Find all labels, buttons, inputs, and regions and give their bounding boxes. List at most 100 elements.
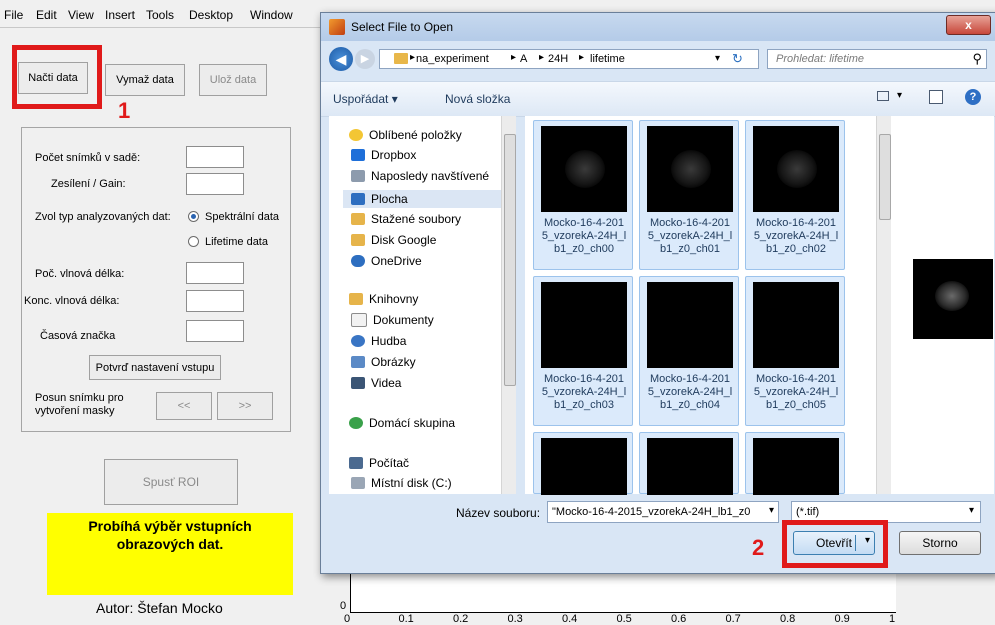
nav-local-disk[interactable]: Místní disk (C:) [351, 476, 452, 490]
radio-lifetime[interactable] [188, 236, 199, 247]
matlab-logo-icon [329, 19, 345, 35]
view-options-icon[interactable] [877, 91, 889, 101]
nav-libraries[interactable]: Knihovny [349, 292, 418, 306]
dropdown-arrow-icon[interactable]: ▾ [769, 505, 774, 516]
file-thumbnail [541, 282, 627, 368]
file-tile[interactable]: Mocko-16-4-201 5_vzorekA-24H_l b1_z0_ch03 [533, 276, 633, 426]
nav-onedrive[interactable]: OneDrive [351, 254, 422, 268]
refresh-icon[interactable]: ↻ [732, 51, 743, 67]
file-name-line: 5_vzorekA-24H_l [753, 230, 839, 242]
search-input[interactable]: Prohledat: lifetime ⚲ [767, 49, 987, 69]
file-scrollbar[interactable] [876, 116, 891, 494]
confirm-input-button[interactable]: Potvrď nastavení vstupu [89, 355, 221, 380]
file-tile[interactable]: Mocko-16-4-201 5_vzorekA-24H_l b1_z0_ch02 [745, 120, 845, 270]
nav-scroll-thumb[interactable] [504, 134, 516, 386]
menu-view[interactable]: View [68, 8, 94, 22]
file-scroll-thumb[interactable] [879, 134, 891, 220]
breadcrumb-2[interactable]: A [520, 53, 527, 65]
menu-insert[interactable]: Insert [105, 8, 135, 22]
gain-input[interactable] [186, 173, 244, 195]
view-dropdown-icon[interactable]: ▾ [897, 90, 902, 101]
x-tick-label: 0.6 [671, 613, 687, 625]
close-button[interactable]: x [946, 15, 991, 35]
search-placeholder: Prohledat: lifetime [776, 53, 865, 65]
frame-count-input[interactable] [186, 146, 244, 168]
x-tick-label: 0.3 [507, 613, 523, 625]
label-start-wavelength: Poč. vlnová délka: [35, 268, 125, 280]
menu-file[interactable]: File [4, 8, 23, 22]
radio-spectral[interactable] [188, 211, 199, 222]
menu-tools[interactable]: Tools [146, 8, 174, 22]
dialog-title: Select File to Open [351, 20, 454, 34]
x-tick-label: 0.7 [725, 613, 741, 625]
computer-icon [349, 457, 363, 469]
nav-downloads[interactable]: Stažené soubory [351, 212, 461, 226]
nav-favorites[interactable]: Oblíbené položky [349, 128, 462, 142]
file-tile-partial[interactable] [533, 432, 633, 495]
file-name-label: Mocko-16-4-201 5_vzorekA-24H_l b1_z0_ch04 [640, 373, 740, 412]
nav-scrollbar[interactable] [501, 116, 516, 494]
file-tile-partial[interactable] [639, 432, 739, 495]
save-data-button[interactable]: Ulož data [199, 64, 267, 96]
filename-value: "Mocko-16-4-2015_vzorekA-24H_lb1_z0 [552, 506, 751, 518]
search-icon[interactable]: ⚲ [972, 51, 982, 67]
status-panel: Probíhá výběr vstupních obrazových dat. [47, 513, 293, 595]
nav-recent[interactable]: Naposledy navštívené [351, 169, 489, 183]
prev-frame-button[interactable]: << [156, 392, 212, 420]
file-tile-partial[interactable] [745, 432, 845, 495]
file-tile[interactable]: Mocko-16-4-201 5_vzorekA-24H_l b1_z0_ch05 [745, 276, 845, 426]
end-wavelength-input[interactable] [186, 290, 244, 312]
dropdown-arrow-icon[interactable]: ▾ [969, 505, 974, 516]
nav-videos[interactable]: Videa [351, 376, 401, 390]
breadcrumb-4[interactable]: lifetime [590, 53, 625, 65]
file-name-line: Mocko-16-4-201 [755, 217, 837, 229]
help-icon[interactable]: ? [965, 89, 981, 105]
dialog-titlebar: Select File to Open x [321, 13, 995, 41]
menu-window[interactable]: Window [250, 8, 293, 22]
file-name-line: 5_vzorekA-24H_l [541, 386, 627, 398]
filename-input[interactable]: "Mocko-16-4-2015_vzorekA-24H_lb1_z0 ▾ [547, 501, 779, 523]
forward-arrow-icon[interactable]: ▶ [355, 49, 375, 69]
preview-pane-icon[interactable] [929, 90, 943, 104]
breadcrumb-1[interactable]: na_experiment [416, 53, 489, 65]
dropbox-icon [351, 149, 365, 161]
file-tile[interactable]: Mocko-16-4-201 5_vzorekA-24H_l b1_z0_ch04 [639, 276, 739, 426]
label-end-wavelength: Konc. vlnová délka: [24, 295, 120, 307]
x-tick-label: 0.1 [398, 613, 414, 625]
pictures-icon [351, 356, 365, 368]
file-tile[interactable]: Mocko-16-4-201 5_vzorekA-24H_l b1_z0_ch00 [533, 120, 633, 270]
file-name-line: b1_z0_ch03 [554, 399, 614, 411]
cancel-button[interactable]: Storno [899, 531, 981, 555]
nav-google-drive[interactable]: Disk Google [351, 233, 436, 247]
timestamp-input[interactable] [186, 320, 244, 342]
menu-edit[interactable]: Edit [36, 8, 57, 22]
breadcrumb-bar[interactable]: na_experiment A 24H lifetime ▸ ▸ ▸ ▸ ▾ ↻ [379, 49, 759, 69]
file-name-label: Mocko-16-4-201 5_vzorekA-24H_l b1_z0_ch03 [534, 373, 634, 412]
label-gain: Zesílení / Gain: [51, 178, 126, 190]
dropdown-arrow-icon[interactable]: ▾ [715, 53, 720, 64]
nav-documents[interactable]: Dokumenty [351, 313, 434, 327]
new-folder-button[interactable]: Nová složka [445, 92, 510, 106]
nav-dropbox[interactable]: Dropbox [351, 148, 416, 162]
next-frame-button[interactable]: >> [217, 392, 273, 420]
x-tick-label: 0 [344, 613, 351, 625]
nav-music[interactable]: Hudba [351, 334, 406, 348]
clear-data-button[interactable]: Vymaž data [105, 64, 185, 96]
x-tick-label: 1 [889, 613, 896, 625]
nav-homegroup[interactable]: Domácí skupina [349, 416, 455, 430]
highlight-frame-2 [782, 520, 888, 568]
back-arrow-icon[interactable]: ◀ [329, 47, 353, 71]
file-thumbnail [541, 126, 627, 212]
file-tile[interactable]: Mocko-16-4-201 5_vzorekA-24H_l b1_z0_ch01 [639, 120, 739, 270]
breadcrumb-3[interactable]: 24H [548, 53, 568, 65]
organize-button[interactable]: Uspořádat ▾ [333, 92, 398, 106]
start-wavelength-input[interactable] [186, 262, 244, 284]
nav-pictures[interactable]: Obrázky [351, 355, 416, 369]
x-tick-label: 0.8 [780, 613, 796, 625]
start-roi-button[interactable]: Spusť ROI [104, 459, 238, 505]
file-list-pane: Mocko-16-4-201 5_vzorekA-24H_l b1_z0_ch00 M… [525, 116, 906, 495]
file-name-line: 5_vzorekA-24H_l [647, 386, 733, 398]
nav-desktop[interactable]: Plocha [343, 190, 515, 208]
menu-desktop[interactable]: Desktop [189, 8, 233, 22]
nav-computer[interactable]: Počítač [349, 456, 409, 470]
